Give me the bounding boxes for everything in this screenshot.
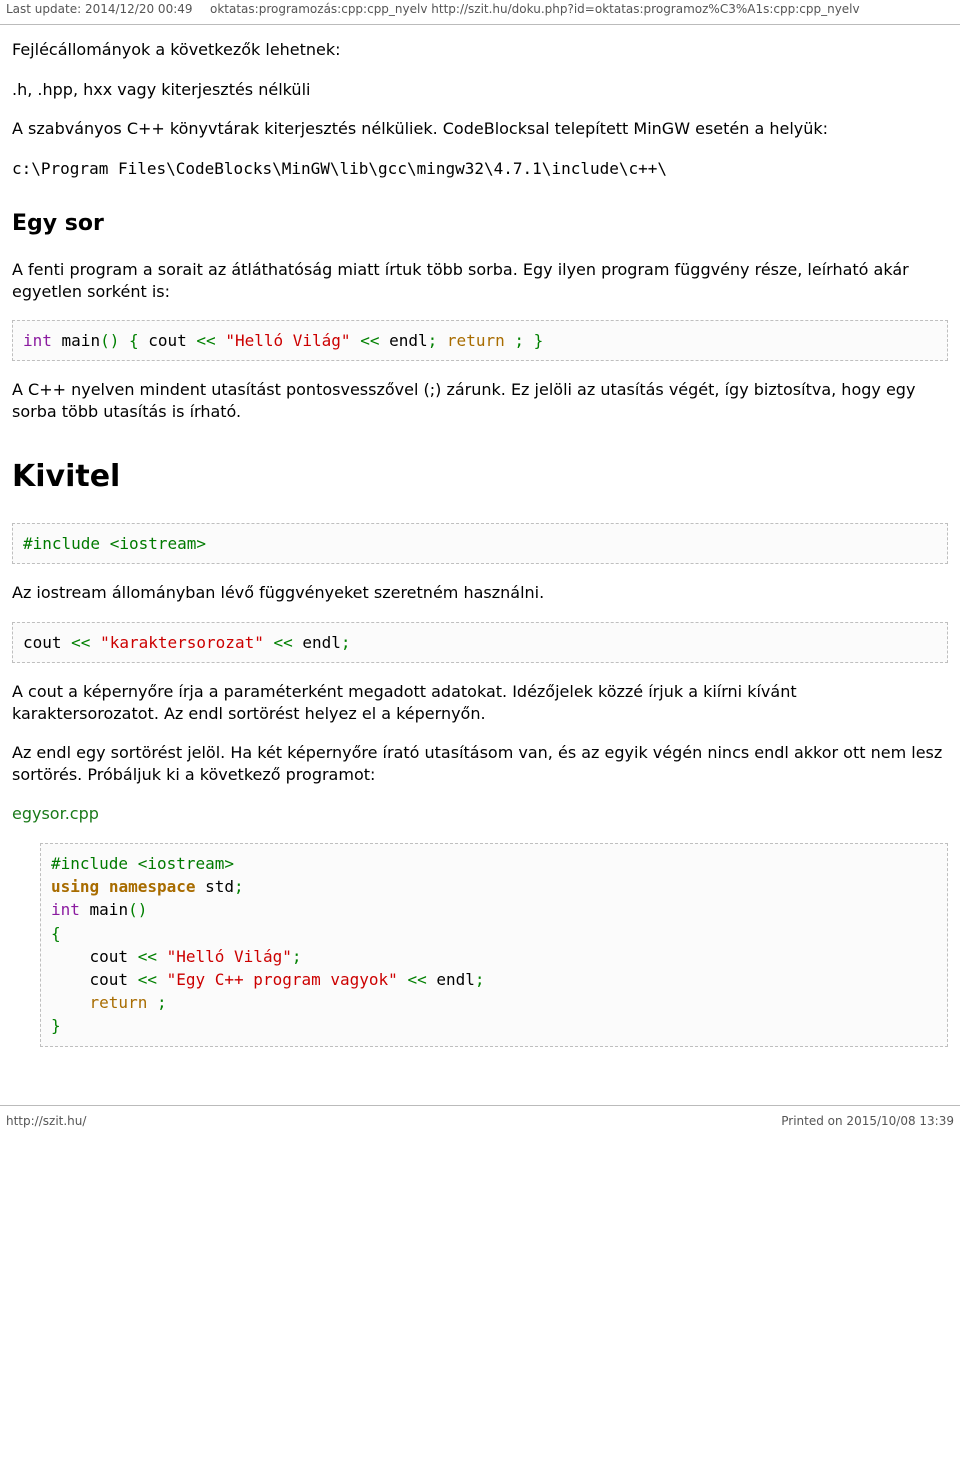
tok-endl: endl bbox=[427, 970, 475, 989]
tok-lbrace: { bbox=[129, 331, 139, 350]
content: Fejlécállományok a következők lehetnek: … bbox=[0, 25, 960, 1105]
tok-op: << bbox=[196, 331, 215, 350]
sp bbox=[157, 970, 167, 989]
tok-endl: endl bbox=[293, 633, 341, 652]
tok-op: << bbox=[360, 331, 379, 350]
code-block-cout: cout << "karaktersorozat" << endl; bbox=[12, 622, 948, 663]
sp bbox=[216, 331, 226, 350]
file-link-egysor[interactable]: egysor.cpp bbox=[12, 804, 99, 823]
tok-semi: ; bbox=[157, 993, 167, 1012]
paragraph: Az iostream állományban lévő függvényeke… bbox=[12, 582, 948, 604]
paragraph: Az endl egy sortörést jelöl. Ha két képe… bbox=[12, 742, 948, 785]
tok-cout: cout bbox=[139, 331, 197, 350]
tok-cout: cout bbox=[51, 947, 138, 966]
tok-semi: ; bbox=[428, 331, 438, 350]
sp bbox=[51, 993, 90, 1012]
code-block-include: #include <iostream> bbox=[12, 523, 948, 564]
tok-cout: cout bbox=[51, 970, 138, 989]
tok-main: main bbox=[52, 331, 100, 350]
footer-printed: Printed on 2015/10/08 13:39 bbox=[781, 1114, 954, 1128]
tok-semi: ; bbox=[514, 331, 524, 350]
sp bbox=[90, 633, 100, 652]
tok-string: "Helló Világ" bbox=[225, 331, 350, 350]
tok-namespace: namespace bbox=[109, 877, 196, 896]
footer-bar: http://szit.hu/ Printed on 2015/10/08 13… bbox=[0, 1105, 960, 1132]
tok-include: #include <iostream> bbox=[51, 854, 234, 873]
sp bbox=[437, 331, 447, 350]
tok-semi: ; bbox=[292, 947, 302, 966]
tok-using: using bbox=[51, 877, 99, 896]
page: Last update: 2014/12/20 00:49 oktatas:pr… bbox=[0, 0, 960, 1132]
tok-op: << bbox=[407, 970, 426, 989]
footer-url: http://szit.hu/ bbox=[6, 1114, 86, 1128]
tok-semi: ; bbox=[341, 633, 351, 652]
tok-endl: endl bbox=[379, 331, 427, 350]
paragraph-extensions: .h, .hpp, hxx vagy kiterjesztés nélküli bbox=[12, 79, 948, 101]
heading-kivitel: Kivitel bbox=[12, 457, 948, 498]
tok-return: return bbox=[447, 331, 505, 350]
paragraph: Fejlécállományok a következők lehetnek: bbox=[12, 39, 948, 61]
paragraph: A fenti program a sorait az átláthatóság… bbox=[12, 259, 948, 302]
header-last-update: Last update: 2014/12/20 00:49 bbox=[6, 2, 193, 16]
header-path: oktatas:programozás:cpp:cpp_nyelv http:/… bbox=[210, 2, 860, 16]
tok-rbrace: } bbox=[534, 331, 544, 350]
tok-op: << bbox=[138, 970, 157, 989]
tok-parens: () bbox=[100, 331, 119, 350]
tok-std: std bbox=[196, 877, 235, 896]
sp bbox=[157, 947, 167, 966]
paragraph: A cout a képernyőre írja a paraméterként… bbox=[12, 681, 948, 724]
code-block-oneline: int main() { cout << "Helló Világ" << en… bbox=[12, 320, 948, 361]
tok-op: << bbox=[138, 947, 157, 966]
tok-string: "Helló Világ" bbox=[167, 947, 292, 966]
tok-lbrace: { bbox=[51, 924, 61, 943]
sp bbox=[351, 331, 361, 350]
tok-op: << bbox=[71, 633, 90, 652]
sp bbox=[505, 331, 515, 350]
tok-semi: ; bbox=[234, 877, 244, 896]
tok-int: int bbox=[51, 900, 80, 919]
sp bbox=[119, 331, 129, 350]
paragraph: A C++ nyelven mindent utasítást pontosve… bbox=[12, 379, 948, 422]
tok-return: return bbox=[90, 993, 148, 1012]
heading-egy-sor: Egy sor bbox=[12, 209, 948, 239]
tok-string: "Egy C++ program vagyok" bbox=[167, 970, 398, 989]
code-block-egysor: #include <iostream> using namespace std;… bbox=[40, 843, 948, 1047]
tok-main: main bbox=[80, 900, 128, 919]
tok-int: int bbox=[23, 331, 52, 350]
sp bbox=[99, 877, 109, 896]
tok-string: "karaktersorozat" bbox=[100, 633, 264, 652]
tok-parens: () bbox=[128, 900, 147, 919]
paragraph: A szabványos C++ könyvtárak kiterjesztés… bbox=[12, 118, 948, 140]
tok-include: #include <iostream> bbox=[23, 534, 206, 553]
sp bbox=[147, 993, 157, 1012]
tok-semi: ; bbox=[475, 970, 485, 989]
tok-cout: cout bbox=[23, 633, 71, 652]
tok-rbrace: } bbox=[51, 1016, 61, 1035]
sp bbox=[398, 970, 408, 989]
header-bar: Last update: 2014/12/20 00:49 oktatas:pr… bbox=[0, 0, 960, 25]
code-path: c:\Program Files\CodeBlocks\MinGW\lib\gc… bbox=[12, 158, 948, 180]
tok-op: << bbox=[273, 633, 292, 652]
sp bbox=[524, 331, 534, 350]
